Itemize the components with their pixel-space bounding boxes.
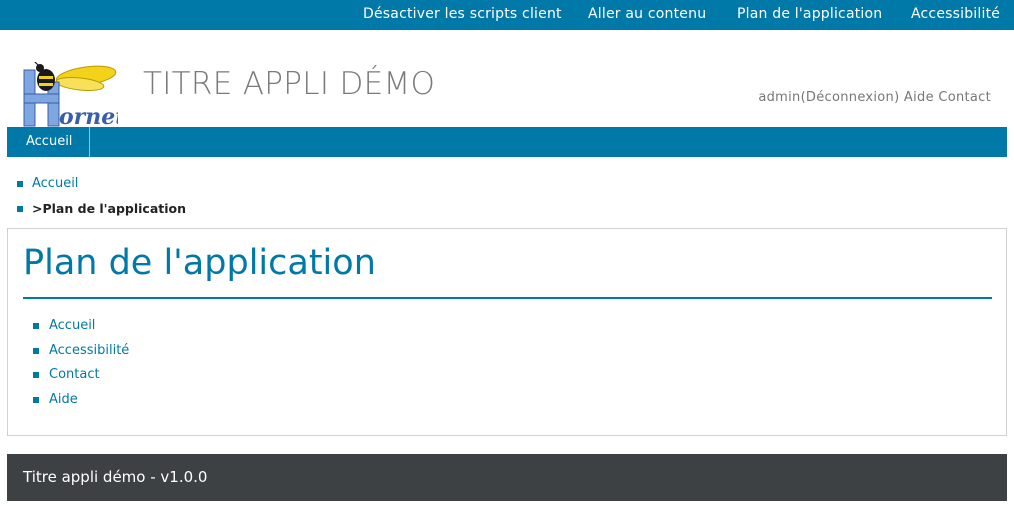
sitemap-link-help[interactable]: Aide	[49, 392, 78, 407]
sitemap-item: Accueil	[33, 317, 129, 342]
accessibility-link[interactable]: Accessibilité	[911, 6, 1000, 22]
breadcrumb-current: Plan de l'application	[42, 201, 186, 216]
sitemap-link-contact[interactable]: Contact	[49, 367, 100, 382]
user-links: admin(Déconnexion) Aide Contact	[758, 90, 991, 105]
logout-link[interactable]: (Déconnexion)	[801, 90, 900, 105]
sitemap-item: Accessibilité	[33, 342, 129, 367]
sitemap-item: Contact	[33, 366, 129, 391]
sitemap-link-accessibility[interactable]: Accessibilité	[49, 343, 129, 358]
main-content: Plan de l'application Accueil Accessibil…	[7, 228, 1007, 436]
sitemap-list: Accueil Accessibilité Contact Aide	[33, 317, 129, 415]
sitemap-link[interactable]: Plan de l'application	[737, 6, 882, 22]
svg-text:ornet: ornet	[59, 104, 118, 128]
main-nav: Accueil	[7, 127, 1007, 157]
footer: Titre appli démo - v1.0.0	[7, 454, 1007, 501]
footer-version-text: Titre appli démo - v1.0.0	[23, 468, 208, 486]
breadcrumb-item-current: >Plan de l'application	[17, 200, 186, 225]
help-link[interactable]: Aide	[904, 90, 934, 105]
top-bar: Désactiver les scripts client Aller au c…	[0, 0, 1014, 30]
app-title: TITRE APPLI DÉMO	[143, 66, 436, 102]
breadcrumb: Accueil >Plan de l'application	[17, 175, 186, 225]
title-divider	[23, 297, 992, 299]
sitemap-link-home[interactable]: Accueil	[49, 318, 95, 333]
skip-to-content-link[interactable]: Aller au contenu	[588, 6, 706, 22]
sitemap-item: Aide	[33, 391, 129, 416]
breadcrumb-separator: >	[32, 201, 43, 216]
breadcrumb-item-home: Accueil	[17, 175, 186, 200]
username: admin	[758, 90, 801, 105]
contact-link[interactable]: Contact	[938, 90, 991, 105]
disable-scripts-link[interactable]: Désactiver les scripts client	[363, 6, 562, 22]
breadcrumb-home-link[interactable]: Accueil	[32, 176, 78, 191]
nav-item-home[interactable]: Accueil	[7, 127, 91, 157]
page-title: Plan de l'application	[23, 243, 376, 283]
hornet-logo[interactable]: ornet	[22, 59, 125, 130]
